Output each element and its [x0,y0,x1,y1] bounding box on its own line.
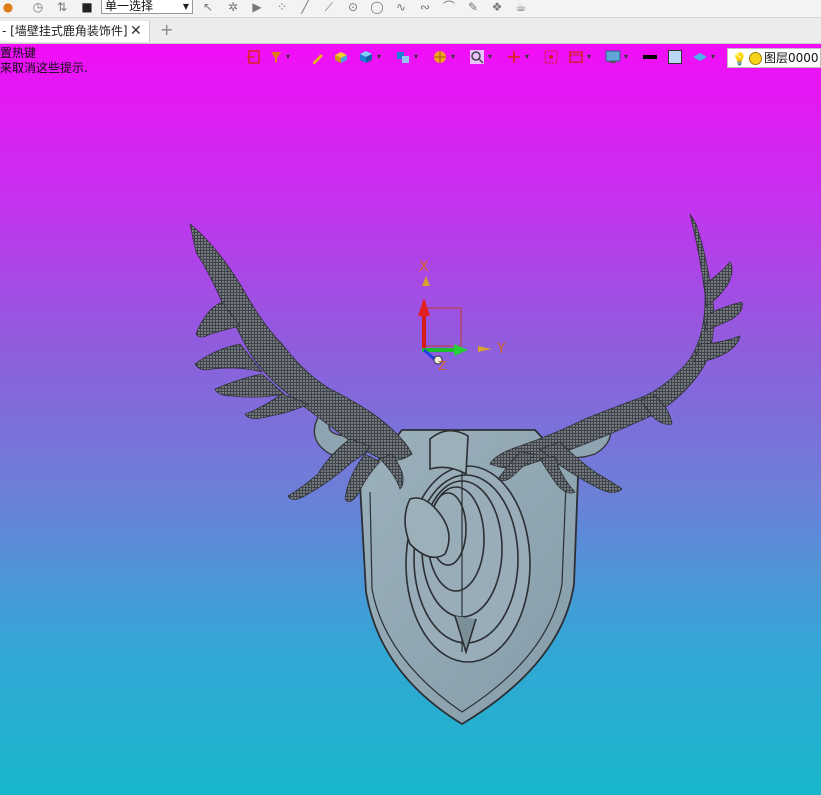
spline-icon[interactable]: ∾ [418,0,432,14]
play-icon[interactable]: ▶ [250,0,264,14]
lightbulb-icon[interactable]: 💡 [732,50,747,68]
new-tab-button[interactable]: + [160,20,173,40]
teapot-icon[interactable]: ☕ [514,0,528,14]
selection-filter-value: 单一选择 [105,0,154,13]
chevron-down-icon[interactable]: ▼ [183,0,189,15]
shape-icon[interactable]: ❖ [490,0,504,14]
layer-selector[interactable]: 💡 图层0000 [727,48,821,68]
tab-title: - [墙壁挂式鹿角装饰件] [2,24,128,38]
tab-document[interactable]: - [墙壁挂式鹿角装饰件] ✕ [0,21,150,42]
document-tab-bar: - [墙壁挂式鹿角装饰件] ✕ + [0,18,821,44]
graphics-viewport[interactable]: 置热键 来取消这些提示. ▾ ▾ ▾ ▾ ▾ ▾ ▾ ▾ ▾ X Y Z [0,44,821,795]
sketch-icon[interactable]: ✎ [466,0,480,14]
layer-color-swatch [749,52,762,65]
app-icon[interactable]: ● [1,0,15,14]
line-point-icon[interactable]: ⟋ [322,0,336,14]
axis-y-label: Y [496,341,506,357]
pick-cursor-icon[interactable]: ↖ [201,0,215,14]
line-icon[interactable]: ╱ [298,0,312,14]
circle-icon[interactable]: ◯ [370,0,384,14]
coordinate-triad [418,276,492,365]
history-icon[interactable]: ◷ [31,0,45,14]
curve-icon[interactable]: ∿ [394,0,408,14]
filter-icon[interactable]: ⇅ [55,0,69,14]
axis-z-label: Z [438,359,446,373]
stop-icon[interactable]: ■ [80,0,94,14]
layer-name: 图层0000 [764,51,819,65]
axis-x-label: X [419,259,429,275]
right-antler [489,213,743,494]
points-icon[interactable]: ⁘ [275,0,289,14]
arc-icon[interactable]: ⌒ [442,0,456,14]
model-canvas[interactable]: X Y Z [0,44,821,795]
quick-access-toolbar: ● ◷ ⇅ ■ 单一选择 ▼ ↖ ✲ ▶ ⁘ ╱ ⟋ ⊙ ◯ ∿ ∾ ⌒ ✎ ❖… [0,0,821,18]
close-icon[interactable]: ✕ [130,21,142,42]
circle-center-icon[interactable]: ⊙ [346,0,360,14]
selection-filter-dropdown[interactable]: 单一选择 ▼ [101,0,193,14]
gear-pick-icon[interactable]: ✲ [226,0,240,14]
